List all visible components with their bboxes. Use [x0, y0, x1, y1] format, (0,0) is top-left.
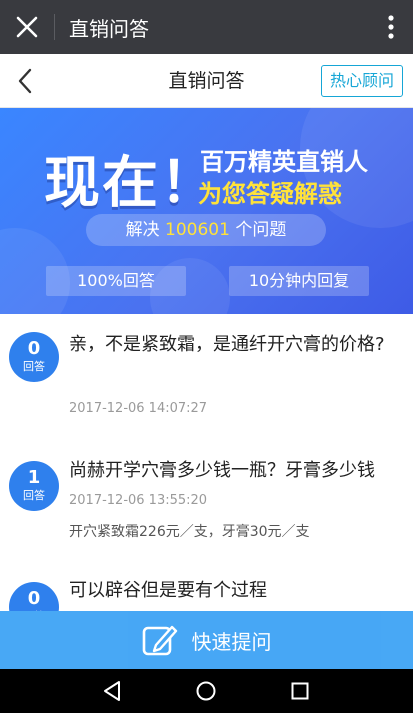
- answer-count-badge: 0 回答: [9, 332, 59, 382]
- answer-count-label: 回答: [23, 360, 45, 373]
- question-text: 可以辟谷但是要有个过程: [69, 580, 267, 601]
- back-triangle-icon[interactable]: [100, 679, 124, 703]
- back-button[interactable]: [8, 64, 42, 98]
- close-icon: [16, 16, 38, 38]
- home-circle-icon[interactable]: [194, 679, 218, 703]
- solved-count: 100601: [165, 220, 230, 240]
- system-nav-bar: [0, 669, 413, 713]
- quick-ask-label: 快速提问: [191, 629, 272, 654]
- answer-count-badge: 1 回答: [9, 461, 59, 511]
- solved-suffix: 个问题: [229, 220, 287, 240]
- chevron-left-icon: [18, 68, 32, 94]
- close-button[interactable]: [0, 0, 54, 54]
- more-button[interactable]: [369, 0, 413, 54]
- question-item[interactable]: 1 回答 尚赫开学穴膏多少钱一瓶？牙膏多少钱 2017-12-06 13:55:…: [0, 442, 413, 572]
- answer-count: 0: [27, 588, 41, 609]
- tag-fast-reply: 10分钟内回复: [229, 266, 369, 296]
- question-item[interactable]: 0 回答 亲，不是紧致霜，是通纤开穴膏的价格? 2017-12-06 14:07…: [0, 314, 413, 442]
- question-text: 亲，不是紧致霜，是通纤开穴膏的价格?: [69, 334, 385, 355]
- answer-count: 1: [27, 467, 41, 488]
- toolbar-divider: [54, 14, 55, 40]
- page-header: 直销问答 热心顾问: [0, 54, 413, 108]
- question-text: 尚赫开学穴膏多少钱一瓶？牙膏多少钱: [69, 460, 375, 481]
- banner-headline: 现在！: [44, 151, 218, 216]
- answer-count: 0: [27, 338, 41, 359]
- quick-ask-button[interactable]: 快速提问: [0, 611, 413, 669]
- answer-preview: 开穴紧致霜226元／支，牙膏30元／支: [69, 524, 310, 540]
- expert-advisor-button[interactable]: 热心顾问: [320, 65, 403, 97]
- webview-title: 直销问答: [69, 16, 149, 41]
- solved-prefix: 解决: [125, 220, 166, 240]
- recents-square-icon[interactable]: [288, 679, 312, 703]
- question-item[interactable]: 0 回答 可以辟谷但是要有个过程 2017-12-06: [0, 572, 413, 611]
- promo-banner: 现在！ 百万精英直销人 为您答疑解惑 解决 100601 个问题 100%回答 …: [0, 108, 413, 314]
- banner-line-1: 百万精英直销人: [200, 148, 368, 176]
- question-list: 0 回答 亲，不是紧致霜，是通纤开穴膏的价格? 2017-12-06 14:07…: [0, 314, 413, 611]
- question-time: 2017-12-06 13:55:20: [69, 493, 208, 508]
- solved-count-pill: 解决 100601 个问题: [86, 214, 326, 246]
- edit-icon: [142, 625, 177, 656]
- webview-toolbar: 直销问答: [0, 0, 413, 54]
- banner-line-2: 为您答疑解惑: [198, 180, 342, 208]
- more-vertical-icon: [388, 15, 394, 39]
- tag-full-answer: 100%回答: [46, 266, 186, 296]
- answer-count-badge: 0 回答: [9, 582, 59, 611]
- answer-count-label: 回答: [23, 489, 45, 502]
- question-time: 2017-12-06 14:07:27: [69, 401, 208, 416]
